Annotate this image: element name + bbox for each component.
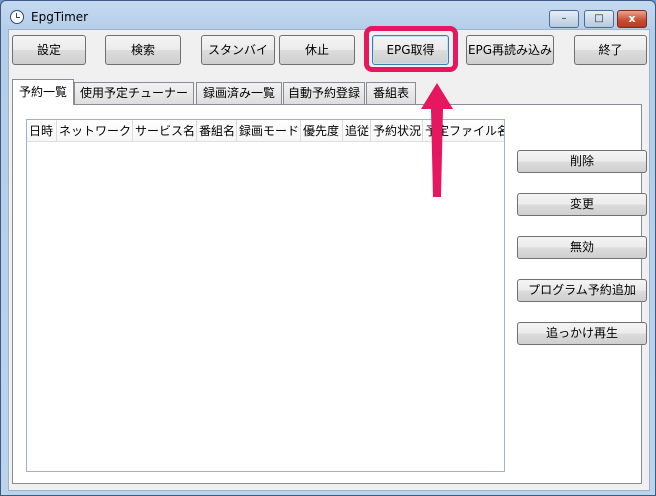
maximize-button[interactable]: □ — [584, 10, 614, 28]
column-header-follow[interactable]: 追従 — [343, 120, 371, 142]
title-bar[interactable]: EpgTimer – □ x — [1, 1, 655, 31]
column-header-priority[interactable]: 優先度 — [301, 120, 343, 142]
tab-tuner-schedule[interactable]: 使用予定チューナー — [74, 82, 194, 104]
search-button[interactable]: 検索 — [105, 35, 181, 65]
tab-auto-reserve[interactable]: 自動予約登録 — [283, 82, 365, 104]
column-header-service[interactable]: サービス名 — [133, 120, 197, 142]
window-title: EpgTimer — [31, 10, 89, 24]
minimize-button[interactable]: – — [549, 10, 579, 28]
column-header-network[interactable]: ネットワーク — [57, 120, 133, 142]
chase-play-button[interactable]: 追っかけ再生 — [517, 322, 647, 345]
exit-button[interactable]: 終了 — [574, 35, 647, 65]
clock-icon — [10, 10, 24, 24]
main-client-area: 設定 検索 スタンバイ 休止 EPG取得 EPG再読み込み 終了 予約一覧 使用… — [8, 26, 650, 491]
tab-reserve-list[interactable]: 予約一覧 — [12, 79, 74, 105]
delete-button[interactable]: 削除 — [517, 150, 647, 173]
column-header-status[interactable]: 予約状況 — [371, 120, 423, 142]
column-header-filename[interactable]: 予定ファイル名 — [423, 120, 504, 142]
settings-button[interactable]: 設定 — [12, 35, 86, 65]
epg-reload-button[interactable]: EPG再読み込み — [466, 35, 554, 65]
column-header-datetime[interactable]: 日時 — [27, 120, 57, 142]
tab-program-guide[interactable]: 番組表 — [366, 82, 416, 104]
change-button[interactable]: 変更 — [517, 193, 647, 216]
highlight-frame — [364, 26, 458, 72]
standby-button[interactable]: スタンバイ — [201, 35, 275, 65]
reserve-list-view[interactable]: 日時 ネットワーク サービス名 番組名 録画モード 優先度 追従 予約状況 予定… — [26, 119, 505, 472]
epgtimer-window: EpgTimer – □ x 設定 検索 スタンバイ 休止 EPG取得 EPG再… — [0, 0, 656, 496]
reserve-list-panel: 日時 ネットワーク サービス名 番組名 録画モード 優先度 追従 予約状況 予定… — [12, 104, 647, 484]
column-header-program[interactable]: 番組名 — [197, 120, 237, 142]
close-button[interactable]: x — [617, 10, 647, 28]
tab-recorded-list[interactable]: 録画済み一覧 — [196, 82, 282, 104]
pause-button[interactable]: 休止 — [279, 35, 355, 65]
add-program-reservation-button[interactable]: プログラム予約追加 — [517, 279, 647, 302]
column-header-rec-mode[interactable]: 録画モード — [237, 120, 301, 142]
disable-button[interactable]: 無効 — [517, 236, 647, 259]
